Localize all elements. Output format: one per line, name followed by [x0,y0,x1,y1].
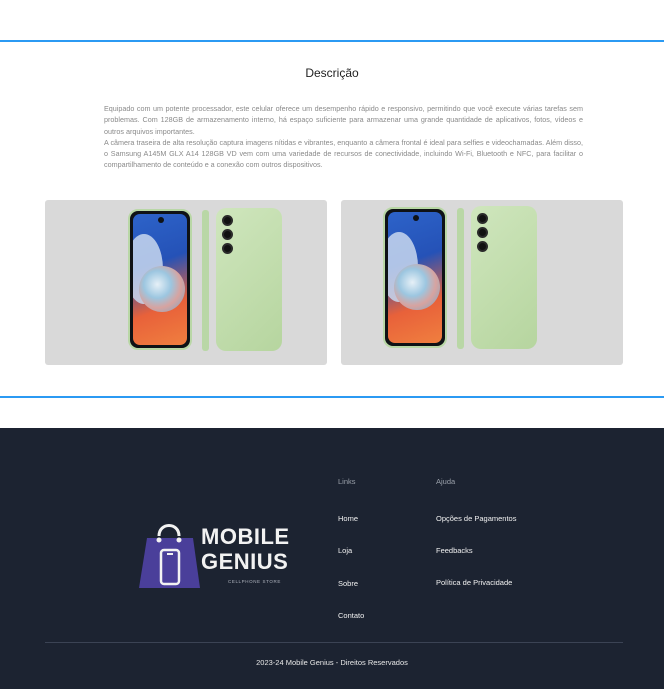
logo-text-genius: GENIUS [201,549,289,574]
phone-front-image [128,209,192,350]
footer-link-home[interactable]: Home [338,514,358,523]
footer-help-heading: Ajuda [436,477,456,486]
bottom-accent-line [0,396,664,398]
footer-link-loja[interactable]: Loja [338,546,352,555]
description-paragraph-2: A câmera traseira de alta resolução capt… [104,137,583,170]
description-text: Equipado com um potente processador, est… [104,103,583,171]
footer-divider [45,642,623,643]
shopping-bag-phone-icon [139,524,200,588]
phone-side-image [202,210,209,351]
footer-link-privacy-policy[interactable]: Política de Privacidade [436,578,512,587]
product-image-card-1[interactable] [45,200,327,365]
logo-tagline: CELLPHONE STORE [228,579,281,584]
footer-links-heading: Links [338,477,356,486]
description-title: Descrição [305,66,359,80]
footer-link-sobre[interactable]: Sobre [338,579,358,588]
phone-back-image [216,208,282,351]
logo-text-mobile: MOBILE [201,524,290,549]
footer-link-feedbacks[interactable]: Feedbacks [436,546,473,555]
phone-side-image [457,208,464,349]
product-image-card-2[interactable] [341,200,623,365]
footer-copyright: 2023-24 Mobile Genius - Direitos Reserva… [256,658,408,667]
phone-front-image [383,207,447,348]
phone-back-image [471,206,537,349]
top-accent-line [0,40,664,42]
description-paragraph-1: Equipado com um potente processador, est… [104,104,583,136]
footer-link-contato[interactable]: Contato [338,611,364,620]
site-footer [0,428,664,689]
footer-link-payment-options[interactable]: Opções de Pagamentos [436,514,516,523]
footer-logo[interactable]: MOBILE GENIUS CELLPHONE STORE [139,510,294,590]
